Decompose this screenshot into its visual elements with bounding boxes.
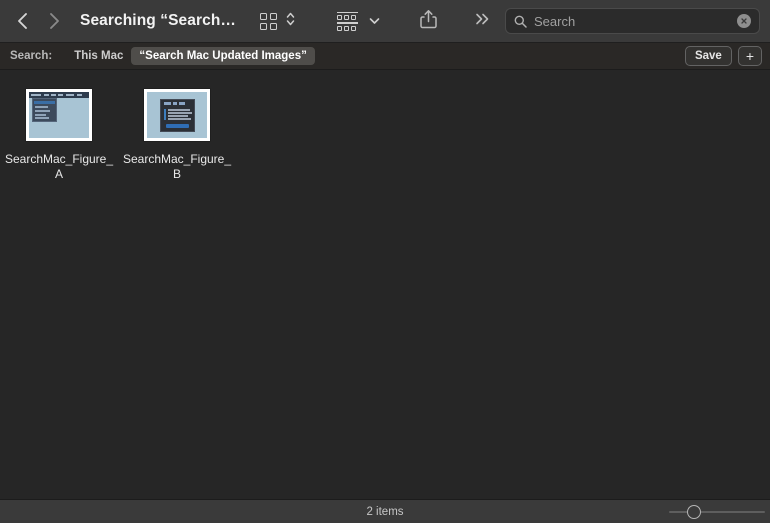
back-button[interactable]: [14, 10, 30, 32]
status-bar: 2 items: [0, 499, 770, 523]
chevron-left-icon: [17, 12, 28, 30]
icon-size-slider[interactable]: [669, 500, 765, 523]
double-chevron-right-icon: [475, 12, 491, 31]
group-by-icon: [337, 11, 358, 31]
file-name-label: SearchMac_Figure_A: [4, 152, 114, 181]
slider-knob[interactable]: [687, 504, 702, 519]
search-scope-bar: Search: This Mac “Search Mac Updated Ima…: [0, 43, 770, 70]
group-by-control[interactable]: [335, 8, 382, 34]
forward-button[interactable]: [46, 10, 62, 32]
search-field[interactable]: Search: [505, 8, 760, 34]
file-item-figure-b[interactable]: SearchMac_Figure_B: [118, 84, 236, 182]
group-by-menu-button[interactable]: [367, 8, 382, 34]
add-search-criteria-button[interactable]: +: [737, 46, 762, 66]
toolbar: Searching “Search… Search: [0, 0, 770, 43]
finder-search-window: Searching “Search… Search Search: This M…: [0, 0, 770, 523]
scope-actions: Save +: [684, 46, 762, 66]
item-count-label: 2 items: [366, 505, 404, 518]
file-thumbnail-figure-a: [26, 89, 92, 141]
mini-dropdown-menu: [32, 98, 57, 122]
slider-track: [669, 510, 765, 513]
thumbnail-container: [143, 88, 211, 142]
scope-option-current-folder[interactable]: “Search Mac Updated Images”: [131, 47, 315, 65]
thumbnail-image-figure-a: [29, 92, 89, 138]
view-stepper-button[interactable]: [286, 11, 295, 32]
group-by-button[interactable]: [335, 8, 360, 34]
clear-search-icon[interactable]: [737, 14, 751, 28]
window-title: Searching “Search…: [80, 12, 236, 29]
file-name-label: SearchMac_Figure_B: [122, 152, 232, 181]
thumbnail-image-figure-b: [147, 92, 207, 138]
file-browser-content[interactable]: SearchMac_Figure_A SearchMac_Figure_B: [0, 70, 770, 499]
share-button[interactable]: [418, 8, 439, 34]
share-icon: [420, 9, 437, 34]
icon-view-grid-icon: [260, 12, 277, 30]
mini-dialog: [160, 99, 195, 132]
scope-label: Search:: [10, 50, 53, 62]
more-toolbar-items-button[interactable]: [473, 8, 493, 34]
chevron-right-icon: [49, 12, 60, 30]
icon-view-button[interactable]: [258, 8, 279, 34]
chevron-down-icon: [369, 12, 380, 30]
navigation-arrows: [14, 10, 62, 32]
file-thumbnail-figure-b: [144, 89, 210, 141]
view-mode-control[interactable]: [258, 8, 295, 34]
search-input[interactable]: Search: [534, 14, 737, 29]
chevron-up-down-icon: [286, 11, 295, 32]
magnifier-icon: [514, 15, 527, 28]
save-search-button[interactable]: Save: [684, 46, 732, 66]
file-icon-grid: SearchMac_Figure_A SearchMac_Figure_B: [0, 84, 770, 182]
file-item-figure-a[interactable]: SearchMac_Figure_A: [0, 84, 118, 182]
scope-option-this-mac[interactable]: This Mac: [66, 47, 131, 65]
thumbnail-container: [25, 88, 93, 142]
